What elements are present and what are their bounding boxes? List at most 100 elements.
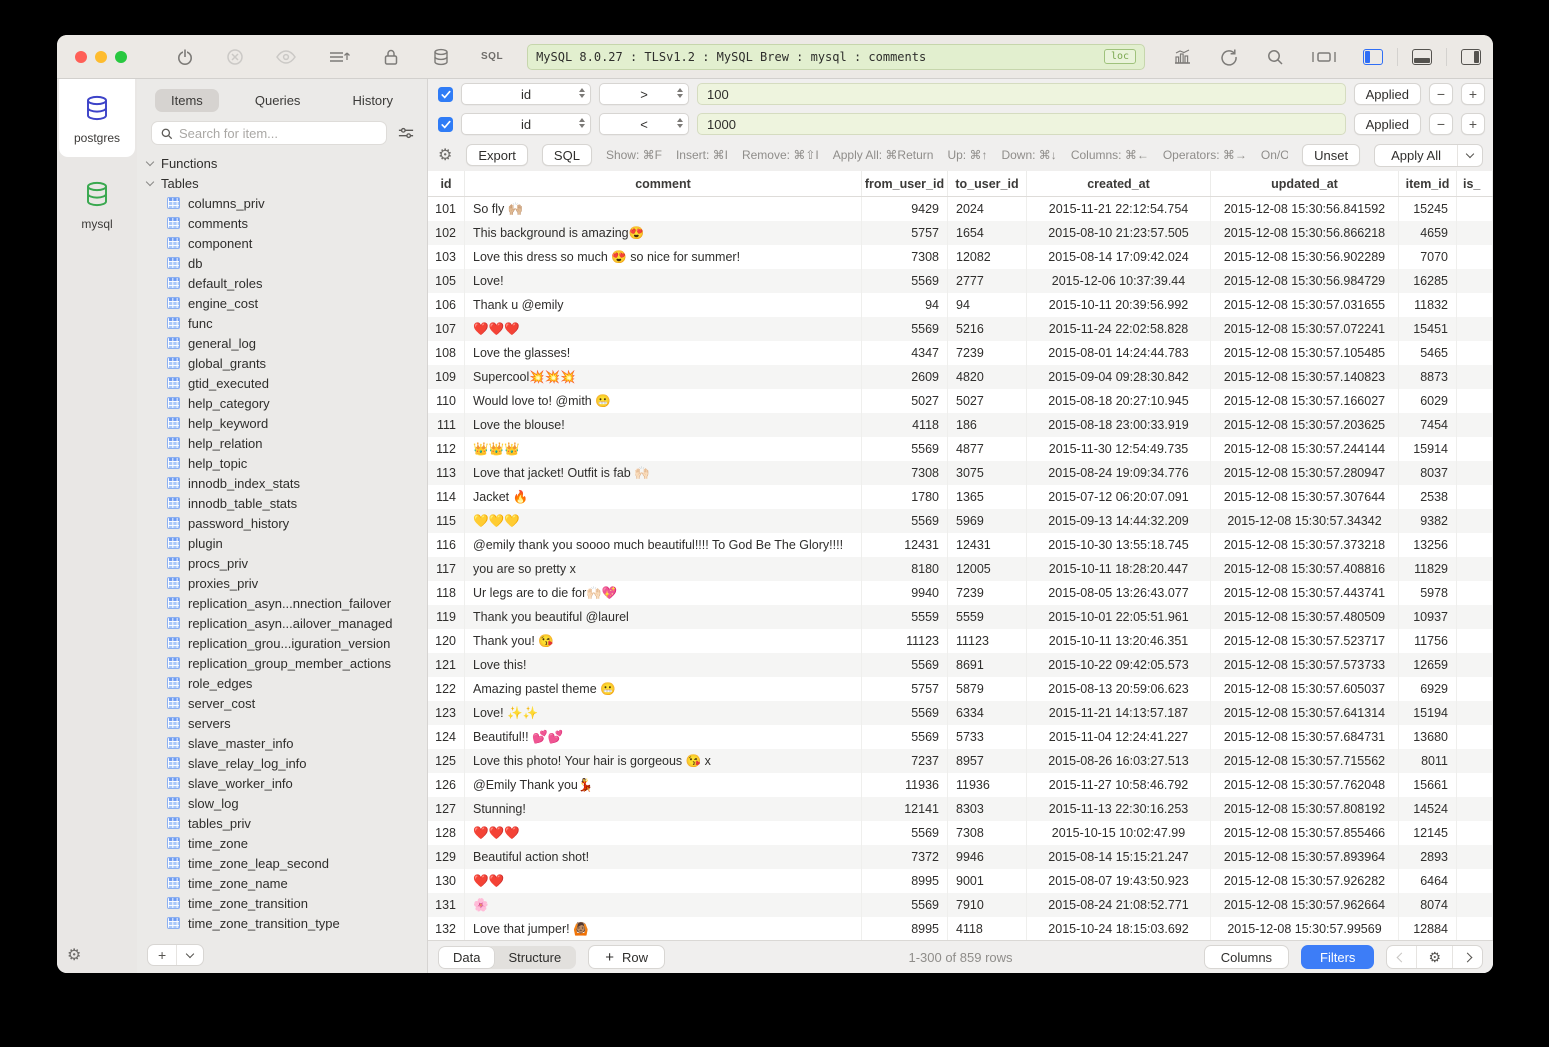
close-window-button[interactable] [75,51,87,63]
connection-mysql[interactable]: mysql [59,157,135,243]
cell-updated_at[interactable]: 2015-12-08 15:30:57.307644 [1211,485,1399,509]
cell-created_at[interactable]: 2015-10-11 18:28:20.447 [1027,557,1211,581]
table-row[interactable]: 107❤️❤️❤️556952162015-11-24 22:02:58.828… [428,317,1493,341]
cell-comment[interactable]: 🌸 [465,893,862,917]
cell-from_user_id[interactable]: 2609 [862,365,948,389]
cell-from_user_id[interactable]: 5569 [862,701,948,725]
cell-updated_at[interactable]: 2015-12-08 15:30:57.684731 [1211,725,1399,749]
table-row[interactable]: 123Love! ✨✨556963342015-11-21 14:13:57.1… [428,701,1493,725]
table-row[interactable]: 113Love that jacket! Outfit is fab 🙌🏻730… [428,461,1493,485]
cell-is_[interactable] [1457,629,1493,653]
cell-to_user_id[interactable]: 4877 [948,437,1027,461]
cell-is_[interactable] [1457,605,1493,629]
sidebar-table-item[interactable]: default_roles [147,273,427,293]
table-row[interactable]: 112👑👑👑556948772015-11-30 12:54:49.735201… [428,437,1493,461]
cell-item_id[interactable]: 15245 [1399,197,1457,221]
cell-is_[interactable] [1457,293,1493,317]
cell-to_user_id[interactable]: 3075 [948,461,1027,485]
filters-button[interactable]: Filters [1301,945,1374,969]
sidebar-table-item[interactable]: gtid_executed [147,373,427,393]
cell-updated_at[interactable]: 2015-12-08 15:30:57.166027 [1211,389,1399,413]
sidebar-table-item[interactable]: password_history [147,513,427,533]
cell-to_user_id[interactable]: 9946 [948,845,1027,869]
next-page-button[interactable] [1452,946,1482,968]
cell-id[interactable]: 106 [428,293,465,317]
toggle-bottom-panel-icon[interactable] [1412,49,1432,65]
cell-item_id[interactable]: 6929 [1399,677,1457,701]
cell-updated_at[interactable]: 2015-12-08 15:30:57.762048 [1211,773,1399,797]
cell-from_user_id[interactable]: 5559 [862,605,948,629]
cell-created_at[interactable]: 2015-12-06 10:37:39.44 [1027,269,1211,293]
toggle-left-panel-icon[interactable] [1363,49,1383,65]
cell-is_[interactable] [1457,701,1493,725]
cell-updated_at[interactable]: 2015-12-08 15:30:56.866218 [1211,221,1399,245]
cell-created_at[interactable]: 2015-10-30 13:55:18.745 [1027,533,1211,557]
table-row[interactable]: 130❤️❤️899590012015-08-07 19:43:50.92320… [428,869,1493,893]
cell-is_[interactable] [1457,773,1493,797]
cell-id[interactable]: 105 [428,269,465,293]
cell-item_id[interactable]: 2538 [1399,485,1457,509]
search-icon[interactable] [1265,47,1285,67]
cell-to_user_id[interactable]: 5216 [948,317,1027,341]
cell-id[interactable]: 115 [428,509,465,533]
chart-icon[interactable] [1171,47,1193,67]
cell-comment[interactable]: Ur legs are to die for🙌🏻💖 [465,581,862,605]
cell-updated_at[interactable]: 2015-12-08 15:30:57.523717 [1211,629,1399,653]
sidebar-table-item[interactable]: slave_relay_log_info [147,753,427,773]
cell-item_id[interactable]: 11756 [1399,629,1457,653]
cell-comment[interactable]: Love the glasses! [465,341,862,365]
cell-from_user_id[interactable]: 7372 [862,845,948,869]
cell-comment[interactable]: Love that jacket! Outfit is fab 🙌🏻 [465,461,862,485]
cell-to_user_id[interactable]: 5027 [948,389,1027,413]
cell-created_at[interactable]: 2015-08-24 19:09:34.776 [1027,461,1211,485]
disconnect-icon[interactable] [225,47,245,67]
tab-queries[interactable]: Queries [239,89,317,112]
cell-comment[interactable]: Love this dress so much 😍 so nice for su… [465,245,862,269]
sidebar-table-item[interactable]: time_zone_leap_second [147,853,427,873]
cell-comment[interactable]: Would love to! @mith 😬 [465,389,862,413]
grid-settings-gear-icon[interactable]: ⚙ [1416,946,1452,968]
sidebar-table-item[interactable]: engine_cost [147,293,427,313]
cell-to_user_id[interactable]: 11936 [948,773,1027,797]
cell-is_[interactable] [1457,845,1493,869]
cell-comment[interactable]: Love this photo! Your hair is gorgeous 😘… [465,749,862,773]
cell-created_at[interactable]: 2015-09-04 09:28:30.842 [1027,365,1211,389]
cell-from_user_id[interactable]: 1780 [862,485,948,509]
add-row-button[interactable]: + Row [588,945,665,969]
cell-from_user_id[interactable]: 5569 [862,725,948,749]
table-row[interactable]: 106Thank u @emily94942015-10-11 20:39:56… [428,293,1493,317]
sidebar-table-item[interactable]: role_edges [147,673,427,693]
cell-created_at[interactable]: 2015-08-18 20:27:10.945 [1027,389,1211,413]
toggle-right-panel-icon[interactable] [1461,49,1481,65]
filter-value-input[interactable]: 1000 [697,113,1346,135]
cell-updated_at[interactable]: 2015-12-08 15:30:57.203625 [1211,413,1399,437]
cell-item_id[interactable]: 14524 [1399,797,1457,821]
cell-created_at[interactable]: 2015-11-27 10:58:46.792 [1027,773,1211,797]
add-item-menu-button[interactable] [176,945,203,965]
sidebar-table-item[interactable]: servers [147,713,427,733]
cell-is_[interactable] [1457,461,1493,485]
cell-updated_at[interactable]: 2015-12-08 15:30:57.031655 [1211,293,1399,317]
cell-updated_at[interactable]: 2015-12-08 15:30:57.480509 [1211,605,1399,629]
cell-id[interactable]: 120 [428,629,465,653]
cell-is_[interactable] [1457,581,1493,605]
cell-id[interactable]: 116 [428,533,465,557]
cell-is_[interactable] [1457,317,1493,341]
settings-gear-icon[interactable]: ⚙ [67,945,81,965]
cell-comment[interactable]: Amazing pastel theme 😬 [465,677,862,701]
cell-from_user_id[interactable]: 5569 [862,653,948,677]
cell-created_at[interactable]: 2015-07-12 06:20:07.091 [1027,485,1211,509]
add-item-button[interactable]: + [148,945,176,965]
cell-is_[interactable] [1457,677,1493,701]
cell-is_[interactable] [1457,341,1493,365]
cell-comment[interactable]: Supercool💥💥💥 [465,365,862,389]
cell-updated_at[interactable]: 2015-12-08 15:30:57.408816 [1211,557,1399,581]
cell-created_at[interactable]: 2015-10-11 13:20:46.351 [1027,629,1211,653]
sidebar-table-item[interactable]: time_zone_name [147,873,427,893]
sidebar-table-item[interactable]: replication_asyn...nnection_failover [147,593,427,613]
cell-updated_at[interactable]: 2015-12-08 15:30:57.34342 [1211,509,1399,533]
cell-from_user_id[interactable]: 5757 [862,677,948,701]
cell-item_id[interactable]: 4659 [1399,221,1457,245]
cell-comment[interactable]: ❤️❤️❤️ [465,317,862,341]
cell-is_[interactable] [1457,653,1493,677]
